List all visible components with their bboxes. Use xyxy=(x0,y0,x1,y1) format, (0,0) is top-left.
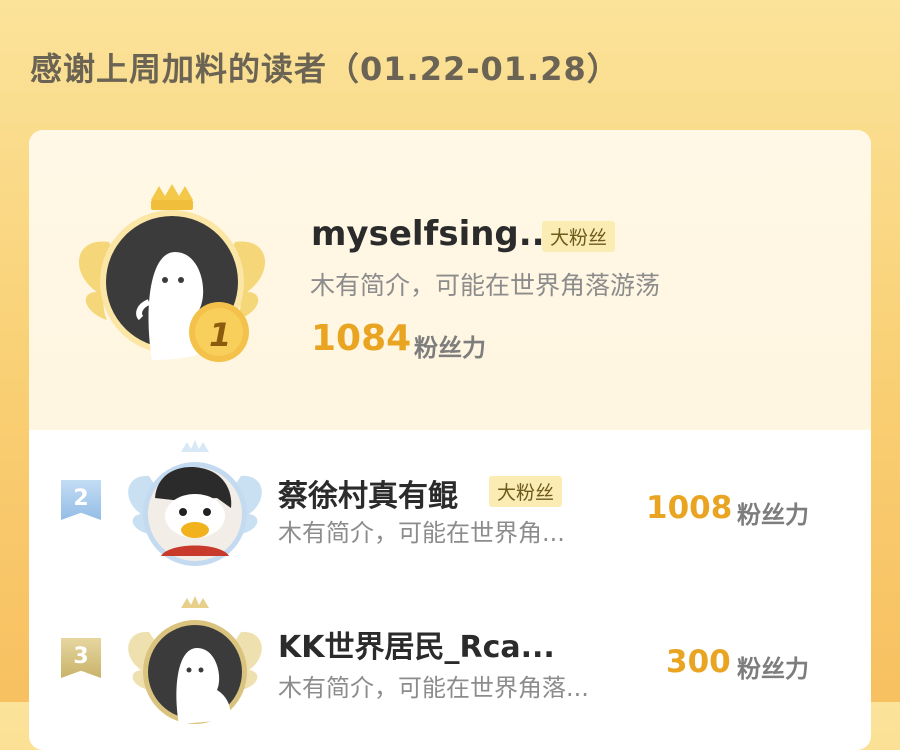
rank-three-label: 3 xyxy=(73,644,89,669)
reader-two-avatar[interactable] xyxy=(121,438,269,572)
top-reader-bio: 木有简介，可能在世界角落游荡 xyxy=(310,271,661,300)
page-title: 感谢上周加料的读者（01.22-01.28） xyxy=(30,50,620,88)
reader-three-avatar[interactable] xyxy=(121,590,269,724)
top-reader-name[interactable]: myselfsing... xyxy=(311,214,558,254)
leaderboard-card: 1 myselfsing... 大粉丝 木有简介，可能在世界角落游荡 1084 … xyxy=(29,130,871,750)
crown-icon xyxy=(181,596,209,608)
rank-two-badge: 2 xyxy=(61,480,101,520)
reader-three-name[interactable]: KK世界居民_Rca... xyxy=(278,622,555,666)
rank-three-badge: 3 xyxy=(61,638,101,678)
reader-two-name[interactable]: 蔡徐村真有鲲 xyxy=(278,471,458,515)
reader-three-bio: 木有简介，可能在世界角落... xyxy=(278,674,589,702)
crown-icon xyxy=(181,440,209,452)
top-reader-score-unit: 粉丝力 xyxy=(414,334,486,362)
top-reader-fan-badge: 大粉丝 xyxy=(542,221,616,252)
rank-two-label: 2 xyxy=(73,486,89,511)
top-reader-score: 1084 xyxy=(311,318,412,359)
reader-two-fan-badge: 大粉丝 xyxy=(489,476,563,507)
reader-two-score-unit: 粉丝力 xyxy=(737,501,809,529)
crown-icon xyxy=(151,184,193,210)
reader-two-score: 1008 xyxy=(646,490,733,526)
reader-two-bio: 木有简介，可能在世界角... xyxy=(278,519,565,547)
reader-three-score: 300 xyxy=(666,644,731,680)
top-reader-avatar[interactable] xyxy=(69,182,275,368)
rank-one-label: 1 xyxy=(209,316,232,354)
reader-three-score-unit: 粉丝力 xyxy=(737,655,809,683)
